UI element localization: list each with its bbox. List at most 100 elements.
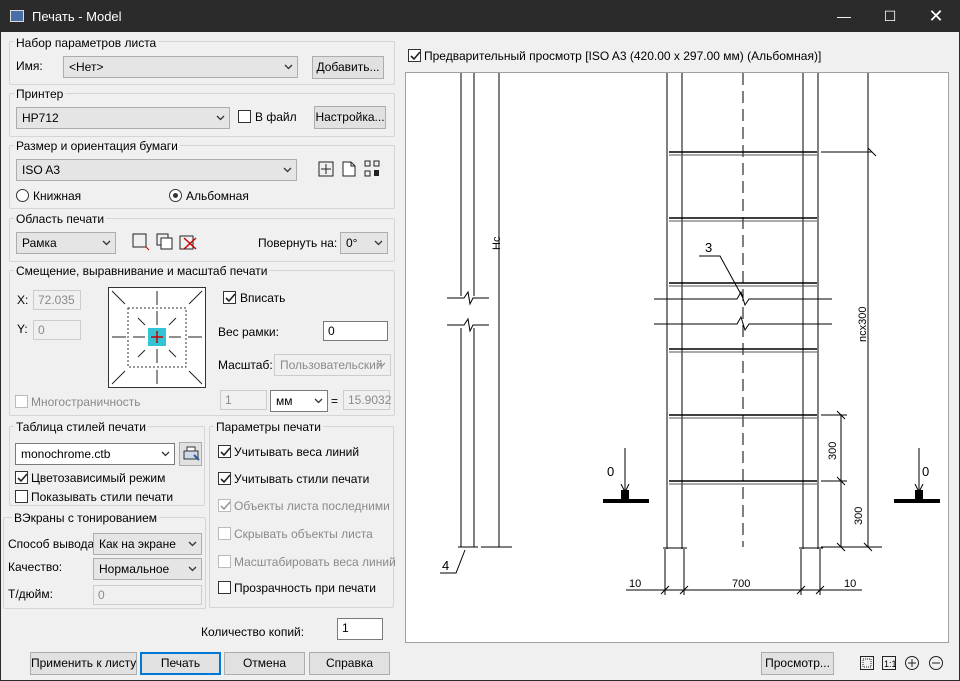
print-option-checkbox[interactable] <box>218 499 231 512</box>
chevron-down-icon <box>216 115 225 121</box>
multipage-checkbox[interactable] <box>15 395 28 408</box>
x-label: X: <box>17 293 29 307</box>
preview-drawing: Hc ncx300 300 300 10 700 10 3 4 0 0 <box>440 73 940 595</box>
actual-size-icon[interactable]: 1:1 <box>881 655 897 671</box>
rotate-label: Повернуть на: <box>258 236 338 250</box>
label-dim-10-right: 10 <box>844 578 856 590</box>
section-mark-right <box>894 499 940 503</box>
portrait-radio[interactable] <box>16 189 29 202</box>
printer-legend: Принтер <box>14 87 66 101</box>
equals-label: = <box>331 394 339 408</box>
print-button[interactable]: Печать <box>140 652 221 675</box>
unit-value: мм <box>276 394 293 408</box>
callout-3: 3 <box>705 240 712 255</box>
paper-size-select[interactable]: ISO A3 <box>16 159 297 181</box>
style-table-legend: Таблица стилей печати <box>14 420 148 434</box>
scale-label: Масштаб: <box>218 358 273 372</box>
portrait-label: Книжная <box>33 189 82 203</box>
fit-to-paper-checkbox[interactable] <box>223 291 236 304</box>
frame-weight-input[interactable]: 0 <box>323 321 388 341</box>
delete-window-icon[interactable] <box>179 233 197 251</box>
fit-window-icon[interactable] <box>859 655 875 671</box>
print-option-label: Прозрачность при печати <box>234 581 376 595</box>
label-dim-10-left: 10 <box>629 578 641 590</box>
add-page-setup-button[interactable]: Добавить... <box>312 56 384 79</box>
paper-size-value: ISO A3 <box>22 163 61 177</box>
y-offset-input[interactable]: 0 <box>33 320 81 340</box>
chevron-down-icon <box>284 64 293 70</box>
unit-select[interactable]: мм <box>270 390 328 412</box>
show-styles-label: Показывать стили печати <box>31 490 174 504</box>
output-label: Способ вывода: <box>8 537 98 551</box>
dpi-input[interactable]: 0 <box>93 585 202 605</box>
plot-area-select[interactable]: Рамка <box>16 232 116 254</box>
quality-select[interactable]: Нормальное <box>93 558 202 580</box>
minimize-icon[interactable]: — <box>821 1 867 32</box>
copy-window-icon[interactable] <box>156 233 174 251</box>
print-options-legend: Параметры печати <box>214 420 323 434</box>
plot-area-value: Рамка <box>22 236 57 250</box>
section-mark-left <box>603 499 649 503</box>
zoom-in-icon[interactable] <box>904 655 920 671</box>
quality-label: Качество: <box>8 560 63 574</box>
printer-select[interactable]: HP712 <box>16 107 230 129</box>
help-button[interactable]: Справка <box>309 652 390 675</box>
add-paper-icon[interactable] <box>318 161 334 177</box>
section-label-right: 0 <box>922 464 929 479</box>
rotate-select[interactable]: 0° <box>340 232 388 254</box>
qr-icon[interactable] <box>364 160 380 177</box>
color-dependent-label: Цветозависимый режим <box>31 471 166 485</box>
zoom-out-icon[interactable] <box>928 655 944 671</box>
landscape-radio[interactable] <box>169 189 182 202</box>
printer-settings-button[interactable]: Настройка... <box>314 106 386 129</box>
print-option-label: Учитывать веса линий <box>234 445 360 459</box>
paper-legend: Размер и ориентация бумаги <box>14 139 180 153</box>
scale-select[interactable]: Пользовательский <box>274 354 391 376</box>
chevron-down-icon <box>188 566 197 572</box>
preview-button[interactable]: Просмотр... <box>761 652 834 675</box>
page-setup-legend: Набор параметров листа <box>14 36 159 50</box>
print-option-checkbox[interactable] <box>218 555 231 568</box>
page-setup-name-value: <Нет> <box>69 60 104 74</box>
close-icon[interactable]: ✕ <box>913 1 959 32</box>
scale-value: Пользовательский <box>280 358 383 372</box>
to-file-checkbox[interactable] <box>238 110 251 123</box>
scale-numerator-input[interactable]: 1 <box>220 390 267 410</box>
copies-label: Количество копий: <box>201 625 305 639</box>
to-file-label: В файл <box>255 110 297 124</box>
quality-value: Нормальное <box>99 562 170 576</box>
maximize-icon[interactable]: ☐ <box>867 1 913 32</box>
app-icon <box>10 10 24 22</box>
plot-area-legend: Область печати <box>14 212 107 226</box>
page-icon[interactable] <box>342 161 356 177</box>
page-setup-name-select[interactable]: <Нет> <box>63 56 298 78</box>
select-window-icon[interactable] <box>132 233 150 251</box>
output-select[interactable]: Как на экране <box>93 533 202 555</box>
print-option-checkbox[interactable] <box>218 445 231 458</box>
chevron-down-icon <box>374 240 383 246</box>
alignment-grid[interactable] <box>108 287 206 388</box>
x-offset-input[interactable]: 72.035 <box>33 290 81 310</box>
color-dependent-checkbox[interactable] <box>15 471 28 484</box>
preview-checkbox[interactable] <box>408 49 421 62</box>
apply-to-layout-button[interactable]: Применить к листу <box>30 652 137 675</box>
y-label: Y: <box>17 322 28 336</box>
show-styles-checkbox[interactable] <box>15 490 28 503</box>
preview-title: Предварительный просмотр [ISO A3 (420.00… <box>424 49 822 63</box>
style-table-select[interactable]: monochrome.ctb <box>15 443 175 465</box>
print-option-checkbox[interactable] <box>218 472 231 485</box>
offset-legend: Смещение, выравнивание и масштаб печати <box>14 264 270 278</box>
callout-4: 4 <box>442 558 449 573</box>
label-300-a: 300 <box>827 442 839 460</box>
scale-denominator-input[interactable]: 15.9032 <box>343 390 391 410</box>
rotate-value: 0° <box>346 236 358 250</box>
edit-style-table-button[interactable] <box>179 442 202 466</box>
chevron-down-icon <box>314 398 323 404</box>
chevron-down-icon <box>283 167 292 173</box>
label-dim-700: 700 <box>732 578 750 590</box>
print-option-checkbox[interactable] <box>218 581 231 594</box>
print-option-checkbox[interactable] <box>218 527 231 540</box>
cancel-button[interactable]: Отмена <box>224 652 305 675</box>
copies-input[interactable]: 1 <box>337 618 383 640</box>
print-option-label: Масштабировать веса линий <box>234 555 396 569</box>
